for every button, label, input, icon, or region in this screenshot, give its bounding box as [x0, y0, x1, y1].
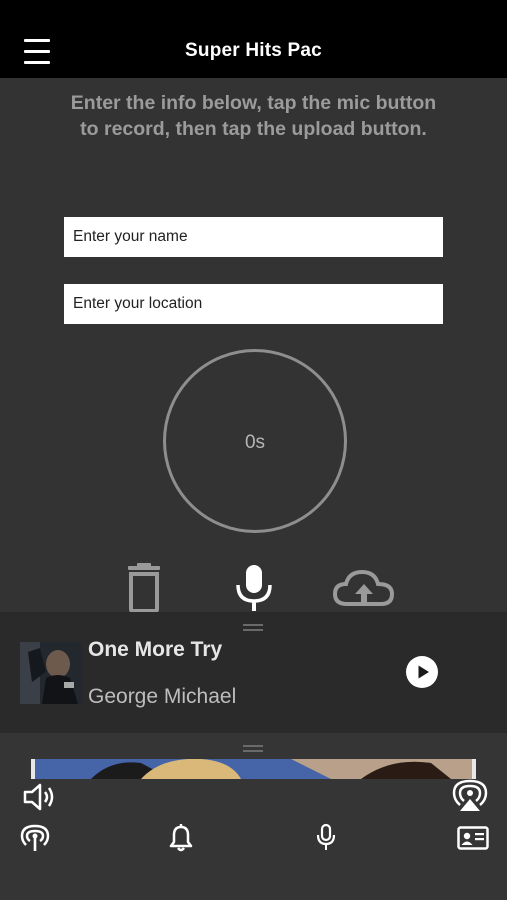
- radio-broadcast-icon[interactable]: [20, 823, 50, 853]
- timer-text: 0s: [244, 432, 266, 453]
- track-title: One More Try: [88, 638, 223, 661]
- now-playing-panel[interactable]: One More Try George Michael: [0, 612, 507, 733]
- app-root: Super Hits Pac Enter the info below, tap…: [0, 0, 507, 900]
- app-title: Super Hits Pac: [185, 40, 322, 61]
- top-bar: Super Hits Pac: [0, 0, 507, 78]
- record-timer-circle: 0s: [163, 349, 347, 533]
- bell-icon[interactable]: [168, 824, 194, 852]
- airplay-icon[interactable]: [452, 779, 488, 813]
- album-art-banner: [31, 759, 476, 779]
- drag-handle-secondary[interactable]: [243, 745, 263, 753]
- instructions-text: Enter the info below, tap the mic button…: [70, 92, 437, 140]
- album-art-thumbnail: [20, 642, 82, 704]
- volume-icon[interactable]: [22, 782, 56, 812]
- location-input[interactable]: [64, 284, 443, 324]
- microphone-tab-icon[interactable]: [315, 823, 337, 853]
- cloud-upload-icon[interactable]: [331, 564, 397, 612]
- name-input[interactable]: [64, 217, 443, 257]
- track-artist: George Michael: [88, 685, 237, 708]
- contact-card-icon[interactable]: [457, 826, 489, 850]
- play-icon[interactable]: [406, 656, 438, 688]
- trash-icon[interactable]: [122, 563, 166, 613]
- bottom-area: [0, 733, 507, 900]
- microphone-icon[interactable]: [232, 563, 276, 613]
- drag-handle[interactable]: [243, 624, 263, 632]
